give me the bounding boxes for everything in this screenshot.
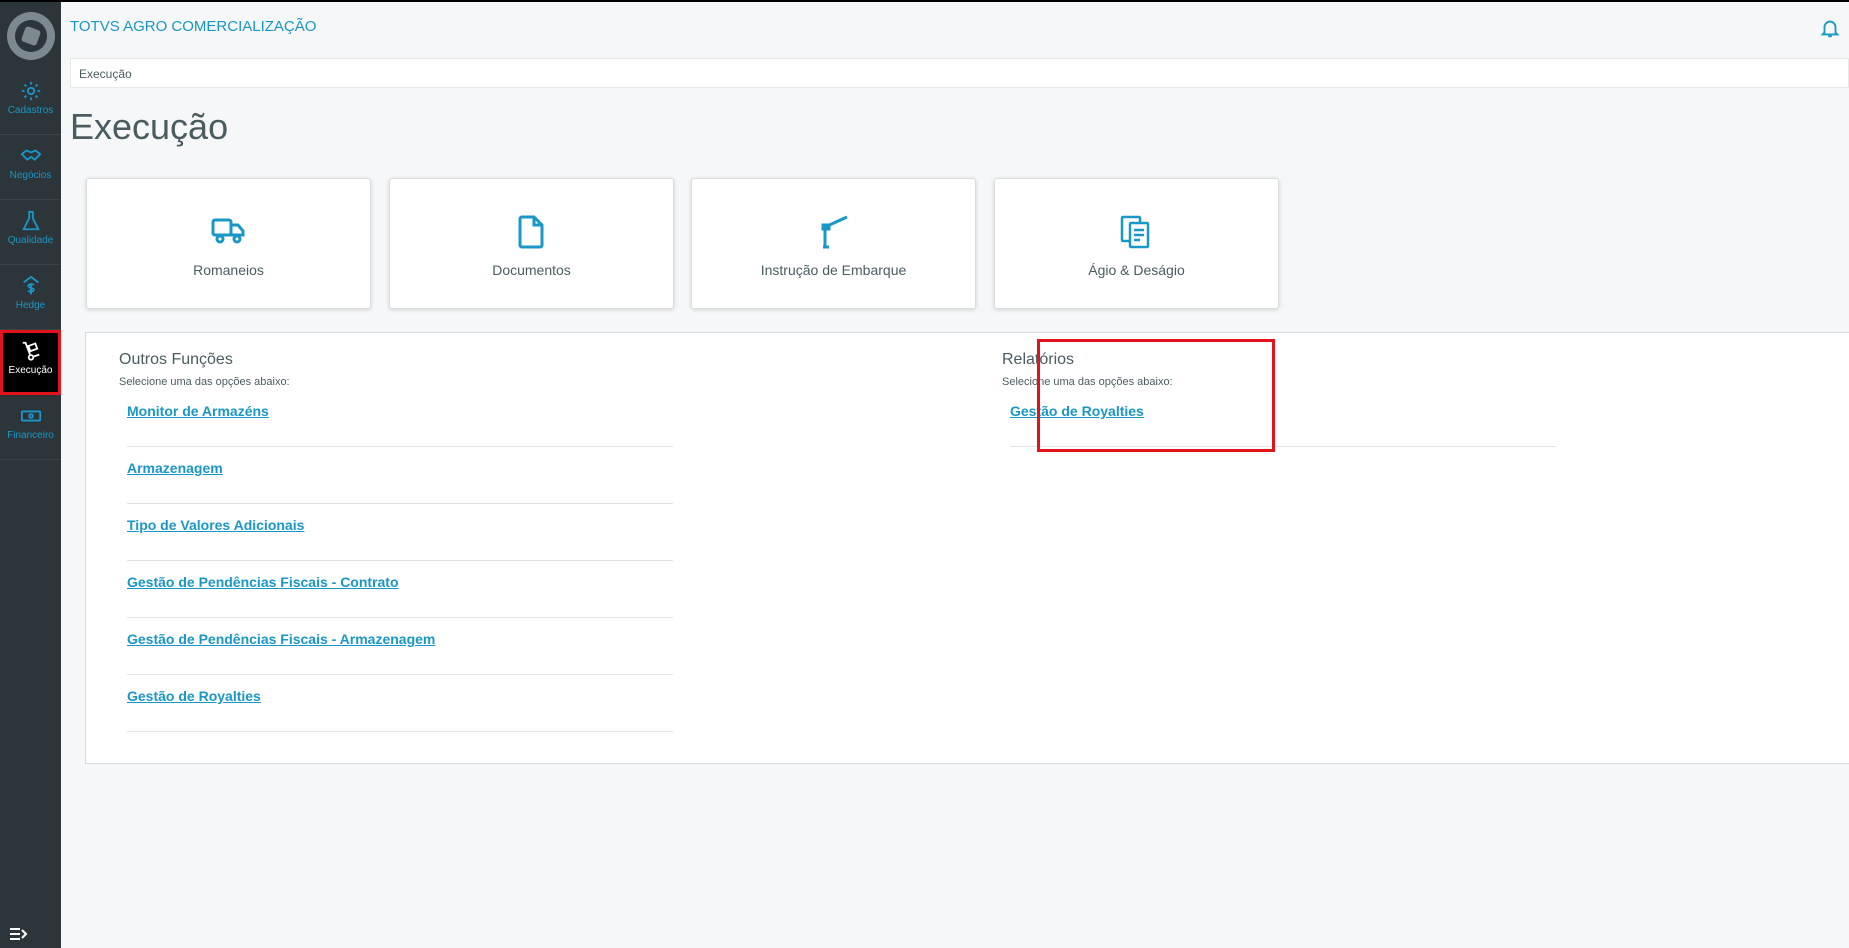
- card-instrucao-embarque[interactable]: Instrução de Embarque: [691, 178, 976, 309]
- app-title: TOTVS AGRO COMERCIALIZAÇÃO: [70, 18, 317, 35]
- crane-icon: [821, 215, 848, 249]
- list-item: Armazenagem: [127, 447, 673, 504]
- truck-icon: [211, 218, 245, 244]
- main-area: TOTVS AGRO COMERCIALIZAÇÃO Execução Exec…: [61, 0, 1849, 948]
- sidebar-item-negocios[interactable]: Negócios: [0, 135, 61, 200]
- link-gestao-royalties[interactable]: Gestão de Royalties: [127, 688, 261, 704]
- sidebar-item-label: Financeiro: [7, 430, 54, 441]
- highlight-box: [1037, 339, 1275, 452]
- breadcrumb-item[interactable]: Execução: [79, 67, 132, 81]
- list-item: Tipo de Valores Adicionais: [127, 504, 673, 561]
- link-tipo-valores-adicionais[interactable]: Tipo de Valores Adicionais: [127, 517, 304, 533]
- card-label: Instrução de Embarque: [760, 262, 907, 278]
- card-label: Romaneios: [193, 262, 264, 278]
- sidebar-item-qualidade[interactable]: Qualidade: [0, 200, 61, 265]
- document-icon: [518, 215, 544, 249]
- card-romaneios[interactable]: Romaneios: [86, 178, 371, 309]
- list-item: Gestão de Pendências Fiscais - Armazenag…: [127, 618, 673, 675]
- breadcrumb: Execução: [70, 58, 1849, 88]
- link-monitor-armazens[interactable]: Monitor de Armazéns: [127, 403, 269, 419]
- link-armazenagem[interactable]: Armazenagem: [127, 460, 223, 476]
- money-icon: [20, 410, 41, 422]
- sidebar-item-hedge[interactable]: Hedge: [0, 265, 61, 330]
- flask-icon: [21, 210, 40, 231]
- card-label: Documentos: [492, 262, 571, 278]
- bell-icon[interactable]: [1819, 16, 1841, 40]
- header: TOTVS AGRO COMERCIALIZAÇÃO: [61, 0, 1849, 52]
- outros-title: Outros Funções: [119, 351, 233, 368]
- link-pendencias-armazenagem[interactable]: Gestão de Pendências Fiscais - Armazenag…: [127, 631, 435, 647]
- hand-truck-icon: [22, 341, 40, 361]
- sidebar-item-label: Execução: [8, 365, 53, 376]
- sidebar-item-label: Negócios: [9, 170, 52, 181]
- list-item: Monitor de Armazéns: [127, 390, 673, 447]
- sidebar-item-execucao[interactable]: Execução: [0, 330, 61, 395]
- exchange-document-icon: [1120, 215, 1150, 249]
- card-label: Ágio & Deságio: [1088, 262, 1185, 278]
- card-documentos[interactable]: Documentos: [389, 178, 674, 309]
- list-item: Gestão de Royalties: [127, 675, 673, 732]
- totvs-logo-icon: [7, 12, 55, 60]
- gear-icon: [21, 81, 40, 101]
- functions-panel: Outros Funções Selecione uma das opções …: [85, 332, 1849, 764]
- list-item: Gestão de Pendências Fiscais - Contrato: [127, 561, 673, 618]
- sidebar-item-financeiro[interactable]: Financeiro: [0, 395, 61, 460]
- card-agio-desagio[interactable]: Ágio & Deságio: [994, 178, 1279, 309]
- sidebar-item-label: Cadastros: [7, 105, 54, 116]
- expand-menu-icon[interactable]: [9, 926, 29, 942]
- sidebar-item-cadastros[interactable]: Cadastros: [0, 70, 61, 135]
- sidebar-item-label: Qualidade: [7, 235, 54, 246]
- sidebar: Cadastros Negócios Qualidade Hedge Execu…: [0, 0, 61, 948]
- handshake-icon: [19, 149, 42, 161]
- sidebar-item-label: Hedge: [15, 300, 46, 311]
- link-pendencias-contrato[interactable]: Gestão de Pendências Fiscais - Contrato: [127, 574, 399, 590]
- dollar-shield-icon: [22, 275, 39, 295]
- outros-subtitle: Selecione uma das opções abaixo:: [119, 376, 290, 388]
- page-title: Execução: [70, 106, 229, 147]
